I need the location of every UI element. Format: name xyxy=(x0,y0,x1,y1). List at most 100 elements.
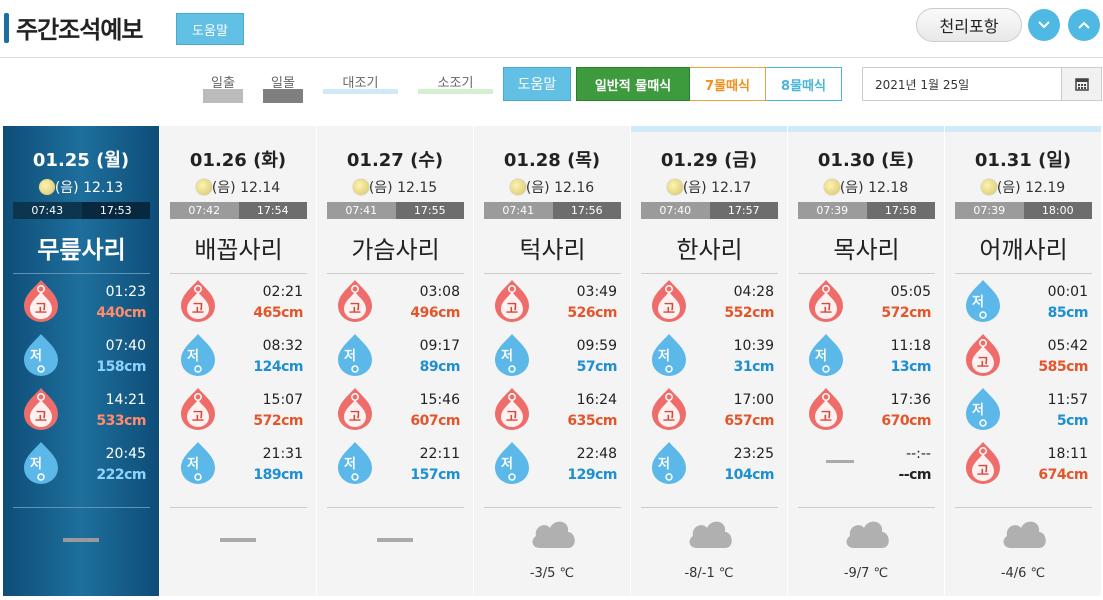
tide-time: 15:46 xyxy=(419,392,460,408)
tide-entry: 저 11:57 5cm xyxy=(963,386,1089,434)
no-weather-dash xyxy=(377,538,413,542)
legend-sunrise-label: 일출 xyxy=(211,76,235,91)
moon-icon xyxy=(666,179,683,195)
location-button[interactable]: 천리포항 xyxy=(916,8,1022,42)
high-tide-drop-icon: 고 xyxy=(806,386,846,432)
svg-text:저: 저 xyxy=(658,349,670,364)
legend-neap-tide-label: 소조기 xyxy=(437,76,474,91)
tide-level: 57cm xyxy=(576,359,618,375)
weekly-tide-forecast: 01.25 (월) (음) 12.13 07:43 17:53 무릎사리 고 01:23 44… xyxy=(3,126,1103,596)
tide-entry: 고 15:46 607cm xyxy=(335,386,460,434)
tide-time: 22:48 xyxy=(576,446,617,462)
svg-text:고: 고 xyxy=(506,302,518,317)
tide-time: 03:08 xyxy=(419,284,460,300)
tide-entry: 고 14:21 533cm xyxy=(21,386,146,434)
tide-entry: 고 03:08 496cm xyxy=(335,278,460,326)
tide-time: 01:23 xyxy=(105,284,146,300)
sun-times: 07:41 17:56 xyxy=(484,202,621,219)
collapse-button[interactable] xyxy=(1068,9,1100,41)
high-tide-drop-icon: 고 xyxy=(178,278,218,324)
tide-entry: 저 09:17 89cm xyxy=(335,332,461,380)
moon-icon xyxy=(352,179,369,195)
svg-text:고: 고 xyxy=(35,410,47,425)
page-header: 주간조석예보 도움말 천리포항 xyxy=(0,0,1103,58)
svg-text:고: 고 xyxy=(663,302,675,317)
lunar-date-text: (음) 12.15 xyxy=(368,180,438,196)
tide-time: 00:01 xyxy=(1047,284,1088,300)
day-date: 01.30 (토) xyxy=(817,150,915,171)
help-button[interactable]: 도움말 xyxy=(176,13,244,45)
mulddae-name: 어깨사리 xyxy=(955,230,1092,274)
tide-entry: 저 11:18 13cm xyxy=(806,332,932,380)
svg-text:저: 저 xyxy=(972,295,984,310)
legend-sunrise: 일출 xyxy=(203,72,243,103)
sun-times: 07:42 17:54 xyxy=(170,202,307,219)
legend-spring-tide-label: 대조기 xyxy=(342,76,379,91)
help-button-secondary[interactable]: 도움말 xyxy=(503,67,571,101)
tide-entry: 저 00:01 85cm xyxy=(963,278,1089,326)
moon-icon xyxy=(980,179,997,195)
lunar-date: (음) 12.13 xyxy=(3,177,159,197)
tide-entry: 저 23:25 104cm xyxy=(649,440,774,488)
low-tide-drop-icon: 저 xyxy=(335,440,375,486)
calendar-button[interactable] xyxy=(1062,67,1102,101)
tide-entry: 고 17:00 657cm xyxy=(649,386,774,434)
lunar-date-text: (음) 12.19 xyxy=(996,180,1066,196)
tide-level: 104cm xyxy=(724,467,774,483)
svg-text:고: 고 xyxy=(349,302,361,317)
mode-general-button[interactable]: 일반적 물때식 xyxy=(576,67,690,101)
moon-icon xyxy=(509,179,526,195)
cloud-icon xyxy=(846,521,889,548)
tide-time: 11:18 xyxy=(890,338,931,354)
day-date: 01.25 (월) xyxy=(32,150,130,171)
tide-level: 526cm xyxy=(567,305,617,321)
sunset-time: 17:53 xyxy=(81,202,150,219)
tide-level: 440cm xyxy=(96,305,146,321)
day-column: 01.28 (목) (음) 12.16 07:41 17:56 턱사리 고 03:49 526… xyxy=(474,126,631,596)
tide-entry: 저 10:39 31cm xyxy=(649,332,775,380)
tide-entry: 고 04:28 552cm xyxy=(649,278,774,326)
mulddae-name: 턱사리 xyxy=(484,230,621,274)
mode-7-button[interactable]: 7물때식 xyxy=(690,67,766,101)
tide-level: 31cm xyxy=(733,359,775,375)
sunrise-time: 07:42 xyxy=(170,202,239,219)
weather-separator xyxy=(955,507,1092,508)
mulddae-name: 가슴사리 xyxy=(327,230,464,274)
svg-text:저: 저 xyxy=(501,457,513,472)
svg-text:고: 고 xyxy=(977,464,989,479)
weather-separator xyxy=(798,507,935,508)
sunrise-time: 07:40 xyxy=(641,202,710,219)
sunrise-time: 07:43 xyxy=(13,202,82,219)
date-input[interactable]: 2021년 1월 25일 xyxy=(862,67,1062,101)
weather-separator xyxy=(170,507,307,508)
tide-level: 124cm xyxy=(253,359,303,375)
tide-time: 14:21 xyxy=(105,392,146,408)
tide-time: 10:39 xyxy=(733,338,774,354)
expand-button[interactable] xyxy=(1028,9,1060,41)
lunar-date: (음) 12.15 xyxy=(317,177,473,197)
chevron-down-icon xyxy=(1038,21,1050,29)
sunrise-time: 07:41 xyxy=(327,202,396,219)
day-date: 01.27 (수) xyxy=(346,150,444,171)
tide-entry: 저 22:48 129cm xyxy=(492,440,617,488)
low-tide-drop-icon: 저 xyxy=(335,332,375,378)
day-date: 01.29 (금) xyxy=(660,150,758,171)
temperature: -8/-1 ℃ xyxy=(684,566,734,581)
tide-level: 465cm xyxy=(253,305,303,321)
high-tide-drop-icon: 고 xyxy=(21,386,61,432)
tide-level: 158cm xyxy=(96,359,146,375)
day-column: 01.31 (일) (음) 12.19 07:39 18:00 어깨사리 저 00:01 85… xyxy=(945,126,1102,596)
weather-separator xyxy=(327,507,464,508)
svg-text:저: 저 xyxy=(501,349,513,364)
moon-icon xyxy=(195,179,212,195)
sunset-time: 17:55 xyxy=(395,202,464,219)
tide-entry: 고 18:11 674cm xyxy=(963,440,1088,488)
high-tide-drop-icon: 고 xyxy=(21,278,61,324)
lunar-date-text: (음) 12.13 xyxy=(54,180,124,196)
tide-entry: 저 09:59 57cm xyxy=(492,332,618,380)
tide-entry: 고 16:24 635cm xyxy=(492,386,617,434)
tide-level: 157cm xyxy=(410,467,460,483)
tide-entry: --:-- --cm xyxy=(806,440,931,488)
svg-text:저: 저 xyxy=(972,403,984,418)
mode-8-button[interactable]: 8물때식 xyxy=(766,67,842,101)
